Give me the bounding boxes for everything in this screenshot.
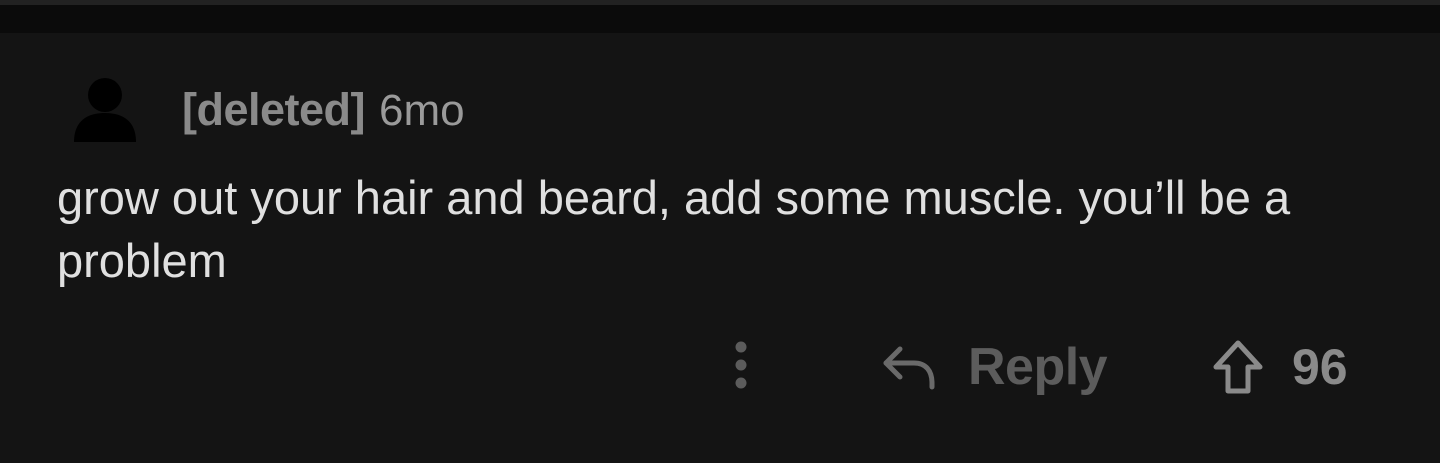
top-bar [0,5,1440,33]
vote-controls: 96 [1208,334,1348,400]
comment-actions: Reply 96 [0,330,1440,405]
comment-screen: [deleted] 6mo grow out your hair and bea… [0,0,1440,463]
upvote-arrow-icon[interactable] [1208,337,1268,397]
reply-label: Reply [968,338,1108,396]
author-name[interactable]: [deleted] [182,84,366,136]
more-vertical-icon [735,341,747,389]
reply-button[interactable]: Reply [880,334,1108,400]
comment-body: grow out your hair and beard, add some m… [57,171,1291,287]
reply-arrow-icon [883,346,935,390]
vote-score: 96 [1292,339,1348,395]
comment-age: 6mo [379,86,465,135]
comment-meta: [deleted] 6mo [182,84,465,136]
user-silhouette-icon [74,78,136,142]
more-options-button[interactable] [724,338,758,396]
avatar[interactable] [72,76,138,142]
